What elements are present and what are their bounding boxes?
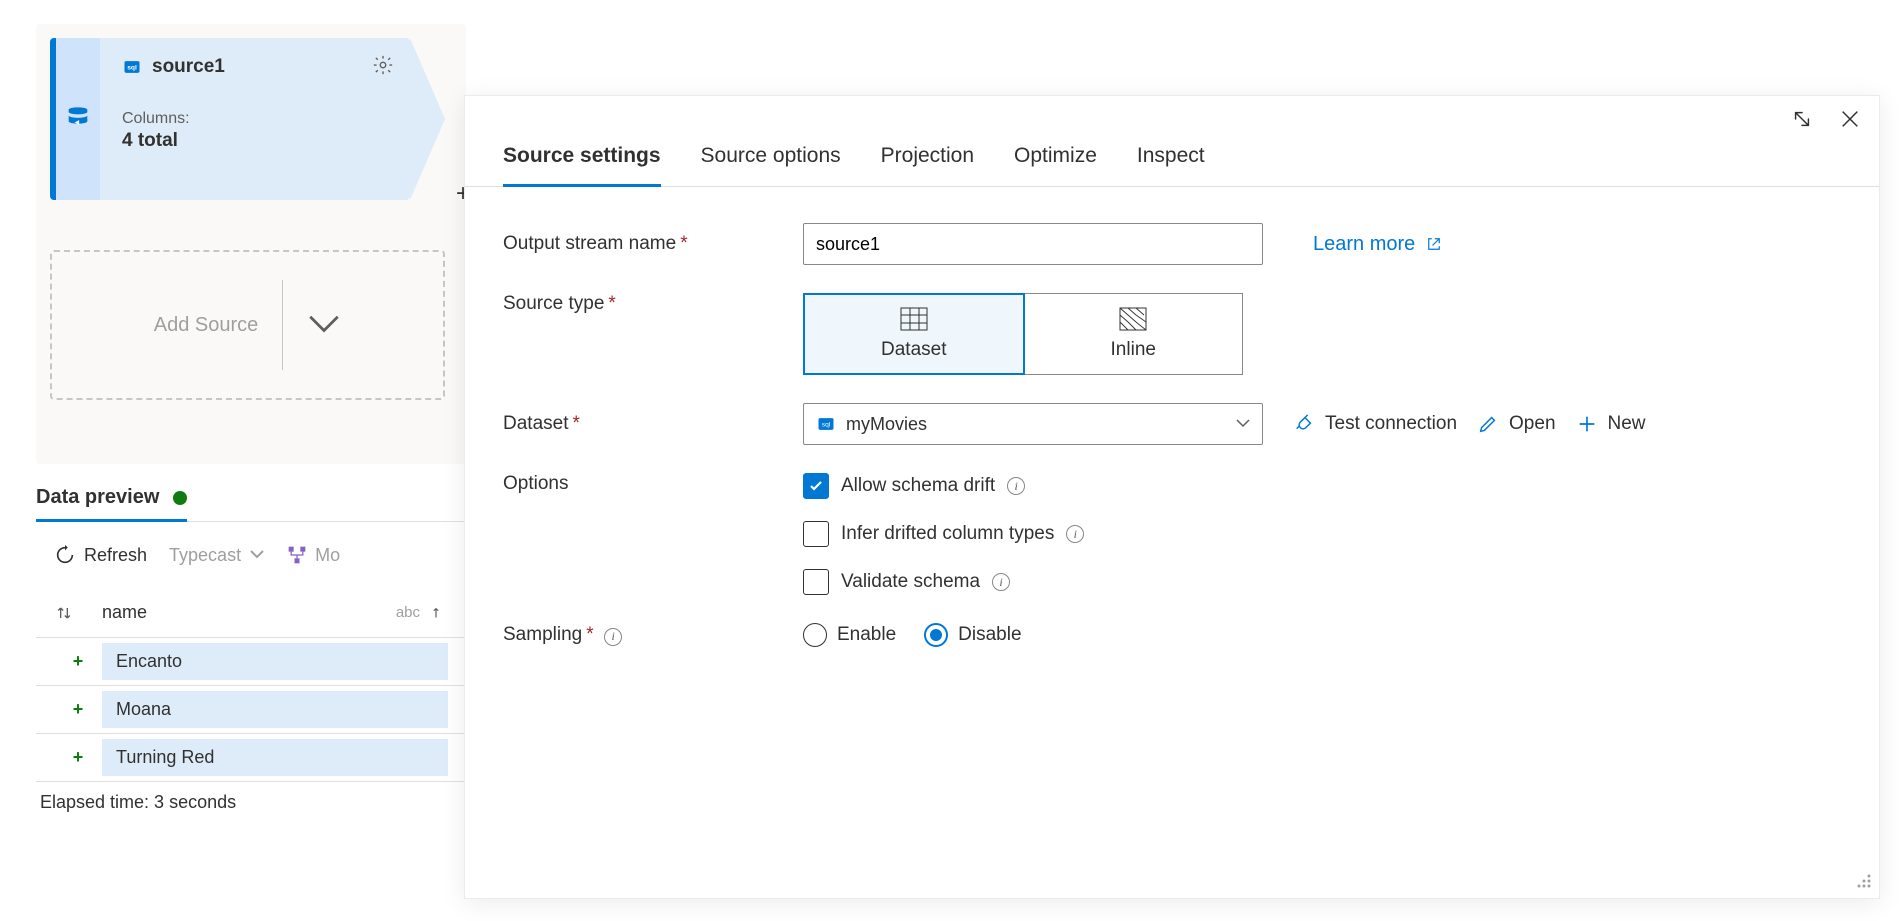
resize-handle-icon[interactable]	[1853, 872, 1871, 890]
expand-icon[interactable]	[1791, 108, 1813, 130]
chevron-down-icon	[249, 549, 265, 561]
source-node-meta-label: Columns:	[122, 110, 388, 128]
cell-name: Turning Red	[102, 739, 448, 776]
add-source-box[interactable]: Add Source	[50, 250, 445, 400]
source-node-meta-value: 4 total	[122, 130, 388, 152]
chevron-down-icon	[1236, 419, 1250, 429]
info-icon[interactable]: i	[1066, 525, 1084, 543]
sql-icon: sql	[816, 414, 836, 434]
infer-drifted-label: Infer drifted column types	[841, 523, 1054, 545]
refresh-button[interactable]: Refresh	[54, 544, 147, 566]
learn-more-link[interactable]: Learn more	[1313, 233, 1443, 256]
settings-tabs: Source settings Source options Projectio…	[465, 96, 1879, 187]
sort-icon[interactable]	[430, 604, 448, 622]
divider	[282, 280, 283, 370]
checkbox-infer-drifted[interactable]	[803, 521, 829, 547]
dataset-dropdown[interactable]: sql myMovies	[803, 403, 1263, 445]
tab-data-preview[interactable]: Data preview	[36, 478, 187, 522]
status-dot-icon	[173, 491, 187, 505]
column-type-label: abc	[396, 604, 448, 622]
plug-icon	[1293, 413, 1315, 435]
sql-icon: sql	[122, 57, 142, 77]
validate-schema-label: Validate schema	[841, 571, 980, 593]
table-header-row: name abc	[36, 588, 466, 638]
open-label: Open	[1509, 413, 1555, 435]
info-icon[interactable]: i	[1007, 477, 1025, 495]
source-type-label: Source type*	[503, 293, 803, 315]
table-row[interactable]: + Turning Red	[36, 734, 466, 782]
cell-name: Encanto	[102, 643, 448, 680]
database-icon	[64, 105, 92, 133]
new-button[interactable]: New	[1576, 413, 1646, 435]
dataset-option-label: Dataset	[881, 339, 946, 361]
settings-panel: Source settings Source options Projectio…	[464, 95, 1880, 899]
radio-sampling-disable[interactable]	[924, 623, 948, 647]
modify-label: Mo	[315, 545, 340, 566]
tab-source-options[interactable]: Source options	[701, 144, 841, 186]
chevron-down-icon[interactable]	[307, 314, 341, 336]
learn-more-label: Learn more	[1313, 233, 1415, 256]
info-icon[interactable]: i	[992, 573, 1010, 591]
sampling-label: Sampling* i	[503, 624, 803, 646]
radio-sampling-enable[interactable]	[803, 623, 827, 647]
data-preview-table: name abc + Encanto + Moana + Turning Red	[36, 588, 466, 782]
dataset-value: myMovies	[846, 414, 927, 435]
typecast-button[interactable]: Typecast	[169, 545, 265, 566]
svg-text:sql: sql	[822, 422, 831, 429]
table-row[interactable]: + Moana	[36, 686, 466, 734]
table-icon	[900, 307, 928, 331]
allow-drift-label: Allow schema drift	[841, 475, 995, 497]
cell-name: Moana	[102, 691, 448, 728]
test-connection-button[interactable]: Test connection	[1293, 413, 1457, 435]
row-added-icon: +	[54, 651, 102, 672]
output-stream-label: Output stream name*	[503, 233, 803, 255]
source-node[interactable]: sql source1 Columns: 4 total +	[50, 38, 410, 200]
data-preview-panel: Data preview Refresh Typecast Mo name ab…	[36, 478, 466, 823]
map-columns-icon	[287, 545, 307, 565]
row-added-icon: +	[54, 699, 102, 720]
gear-icon[interactable]	[372, 54, 394, 76]
tab-source-settings[interactable]: Source settings	[503, 144, 661, 187]
svg-text:sql: sql	[127, 65, 137, 72]
table-row[interactable]: + Encanto	[36, 638, 466, 686]
close-icon[interactable]	[1839, 108, 1861, 130]
disable-label: Disable	[958, 624, 1021, 646]
edit-icon	[1477, 413, 1499, 435]
tab-optimize[interactable]: Optimize	[1014, 144, 1097, 186]
source-node-handle	[50, 38, 100, 200]
tab-inspect[interactable]: Inspect	[1137, 144, 1205, 186]
source-type-dataset[interactable]: Dataset	[803, 293, 1025, 375]
info-icon[interactable]: i	[604, 628, 622, 646]
new-label: New	[1608, 413, 1646, 435]
sort-icon[interactable]	[54, 603, 102, 623]
data-preview-label: Data preview	[36, 486, 159, 509]
data-preview-toolbar: Refresh Typecast Mo	[36, 536, 466, 574]
typecast-label: Typecast	[169, 545, 241, 566]
dataset-label: Dataset*	[503, 413, 803, 435]
source-node-title: source1	[152, 56, 225, 78]
elapsed-time: Elapsed time: 3 seconds	[36, 782, 466, 823]
column-header-name[interactable]: name	[102, 602, 396, 623]
inline-icon	[1119, 307, 1147, 331]
source-type-inline[interactable]: Inline	[1025, 293, 1244, 375]
plus-icon	[1576, 413, 1598, 435]
modify-button[interactable]: Mo	[287, 545, 340, 566]
external-link-icon	[1425, 235, 1443, 253]
tab-projection[interactable]: Projection	[881, 144, 974, 186]
open-button[interactable]: Open	[1477, 413, 1555, 435]
test-connection-label: Test connection	[1325, 413, 1457, 435]
enable-label: Enable	[837, 624, 896, 646]
options-label: Options	[503, 473, 803, 495]
flow-canvas: sql source1 Columns: 4 total + Add Sourc…	[36, 24, 466, 464]
checkbox-allow-drift[interactable]	[803, 473, 829, 499]
refresh-icon	[54, 544, 76, 566]
checkbox-validate-schema[interactable]	[803, 569, 829, 595]
add-source-label: Add Source	[154, 314, 259, 337]
check-icon	[808, 478, 824, 494]
output-stream-input[interactable]	[803, 223, 1263, 265]
row-added-icon: +	[54, 747, 102, 768]
inline-option-label: Inline	[1111, 339, 1156, 361]
refresh-label: Refresh	[84, 545, 147, 566]
